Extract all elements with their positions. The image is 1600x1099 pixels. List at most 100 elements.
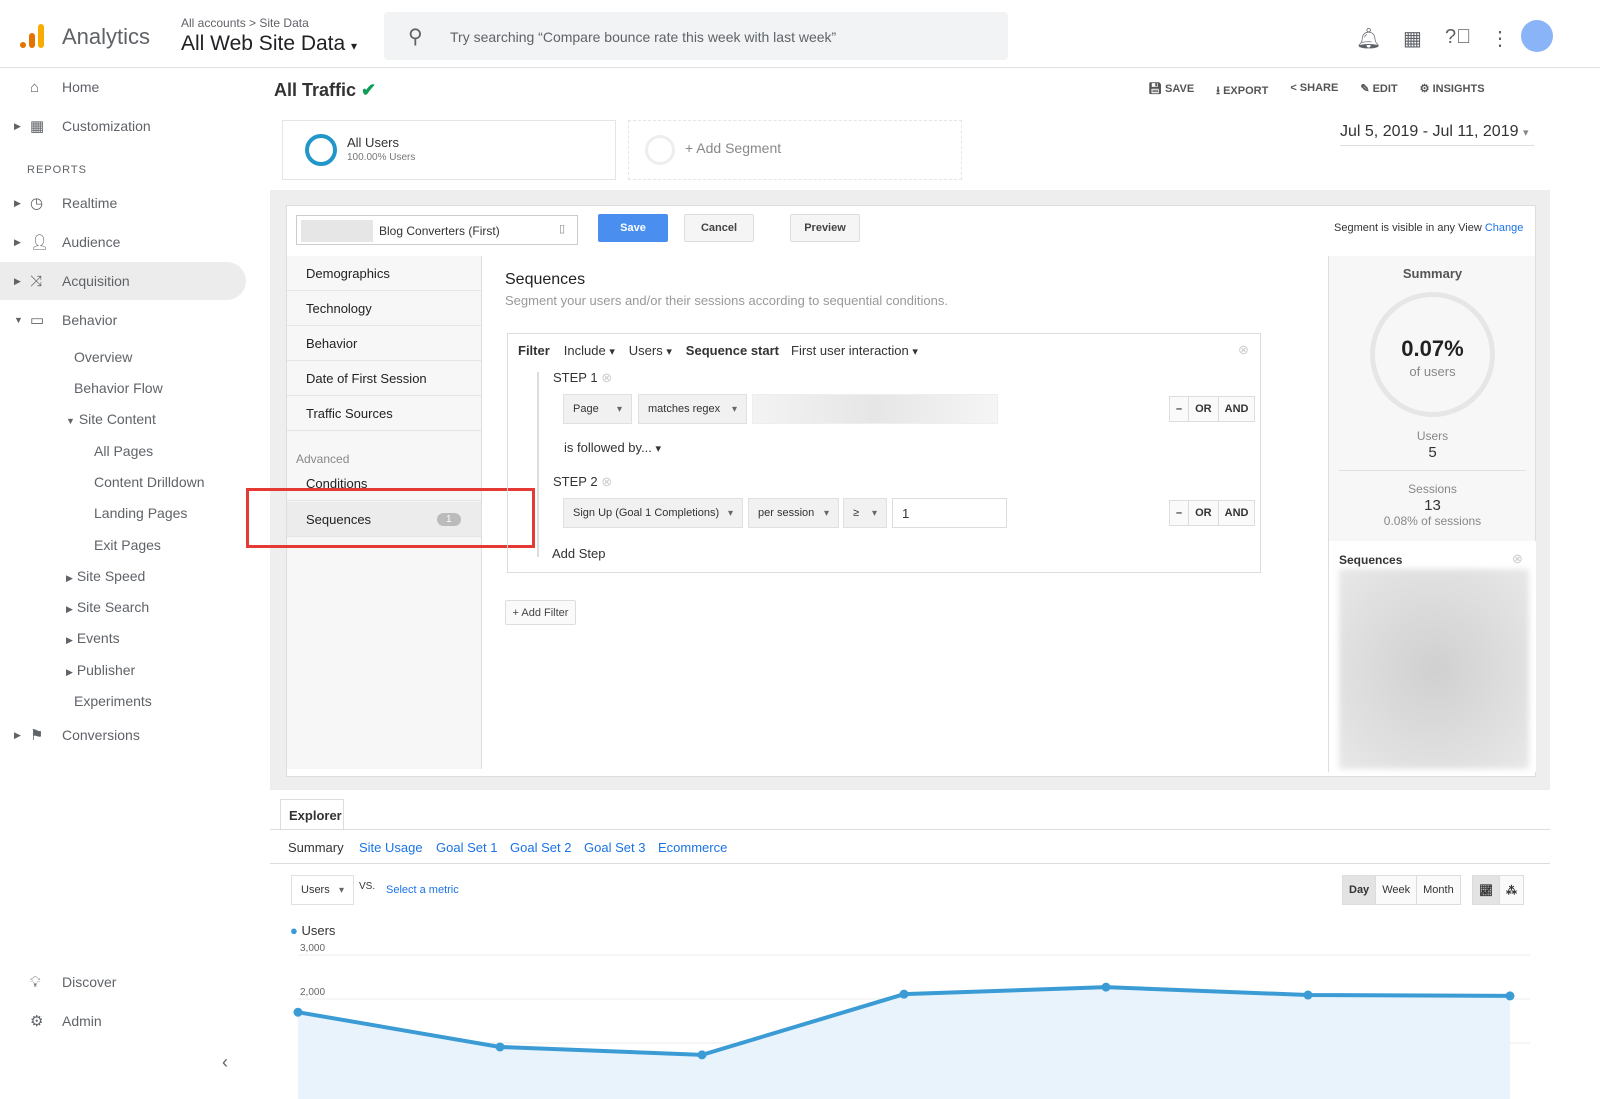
sidebar-item-home[interactable]: ⌂ Home — [0, 68, 246, 106]
step2-operator-dropdown[interactable]: ≥ — [843, 498, 887, 528]
sidebar-item-realtime[interactable]: ▶ ◷ Realtime — [0, 184, 246, 222]
breadcrumb-site[interactable]: Site Data — [259, 16, 308, 30]
include-dropdown[interactable]: Include ▾ — [564, 343, 615, 358]
remove-step-icon[interactable]: ⊗ — [601, 370, 612, 385]
step1-operator-dropdown[interactable]: matches regex — [638, 394, 747, 424]
metric-dropdown[interactable]: Users — [291, 875, 354, 905]
label: Site Content — [78, 411, 156, 427]
sidebar-item-events[interactable]: ▶ Events — [66, 630, 120, 646]
search-placeholder: Try searching “Compare bounce rate this … — [450, 29, 837, 45]
close-icon[interactable]: ⊗ — [1512, 551, 1523, 567]
step2-value-input[interactable]: 1 — [892, 498, 1007, 528]
remove-filter-icon[interactable]: ⊗ — [1238, 342, 1249, 358]
sidebar-item-conversions[interactable]: ▶ ⚑ Conversions — [0, 716, 246, 754]
and-button[interactable]: AND — [1217, 501, 1255, 525]
add-filter-button[interactable]: + Add Filter — [505, 600, 576, 625]
cancel-button[interactable]: Cancel — [684, 214, 754, 242]
analytics-logo — [20, 24, 44, 48]
motion-chart-icon[interactable]: ⁂ — [1498, 876, 1523, 904]
day-button[interactable]: Day — [1343, 876, 1376, 904]
summary-percent: 0.07% — [1401, 336, 1464, 361]
filter-label: Filter — [518, 343, 550, 358]
label: STEP 1 — [553, 370, 598, 385]
help-icon[interactable]: ?⃝ — [1445, 26, 1471, 49]
sidebar-item-behavior-flow[interactable]: Behavior Flow — [74, 380, 163, 396]
followed-by-dropdown[interactable]: is followed by... ▾ — [564, 440, 661, 455]
property-selector[interactable]: All Web Site Data ▾ — [181, 32, 357, 56]
sidebar-item-landing-pages[interactable]: Landing Pages — [94, 505, 187, 521]
sidebar-item-content-drilldown[interactable]: Content Drilldown — [94, 474, 205, 490]
subtab-goal-set-1[interactable]: Goal Set 1 — [436, 840, 497, 855]
select-metric-link[interactable]: Select a metric — [386, 884, 459, 896]
subtab-site-usage[interactable]: Site Usage — [359, 840, 423, 855]
sequence-start-dropdown[interactable]: First user interaction ▾ — [791, 343, 918, 358]
sidebar-item-exit-pages[interactable]: Exit Pages — [94, 537, 161, 553]
step2-metric-dropdown[interactable]: Sign Up (Goal 1 Completions) — [563, 498, 743, 528]
subtab-goal-set-3[interactable]: Goal Set 3 — [584, 840, 645, 855]
week-button[interactable]: Week — [1375, 876, 1417, 904]
or-button[interactable]: OR — [1188, 397, 1218, 421]
sidebar-item-overview[interactable]: Overview — [74, 349, 132, 365]
nav-traffic-sources[interactable]: Traffic Sources — [287, 396, 481, 431]
export-button[interactable]: ⭳ EXPORT — [1216, 82, 1268, 101]
sidebar-item-acquisition[interactable]: ▶ ⤨ Acquisition — [0, 262, 246, 300]
subtab-ecommerce[interactable]: Ecommerce — [658, 840, 727, 855]
segment-all-users[interactable]: All Users 100.00% Users — [282, 120, 616, 180]
remove-condition-button[interactable]: – — [1170, 501, 1189, 525]
label: Site Speed — [76, 568, 146, 584]
month-button[interactable]: Month — [1416, 876, 1460, 904]
step1-value-input[interactable] — [752, 394, 998, 424]
nav-demographics[interactable]: Demographics — [287, 256, 481, 291]
breadcrumb[interactable]: All accounts > Site Data — [181, 16, 309, 30]
tab-explorer[interactable]: Explorer — [280, 799, 344, 830]
change-link[interactable]: Change — [1485, 222, 1524, 234]
sidebar-item-discover[interactable]: 💡︎ Discover — [0, 963, 246, 1001]
add-segment-button[interactable]: + Add Segment — [628, 120, 962, 180]
sidebar-item-site-search[interactable]: ▶ Site Search — [66, 599, 149, 615]
remove-step-icon[interactable]: ⊗ — [601, 474, 612, 489]
subtab-goal-set-2[interactable]: Goal Set 2 — [510, 840, 571, 855]
label: + Add Segment — [685, 140, 782, 156]
segment-name-input[interactable]: Blog Converters (First) ▯ — [296, 215, 578, 245]
sidebar-item-admin[interactable]: ⚙ Admin — [0, 1002, 246, 1040]
line-chart-icon[interactable]: 📈︎ — [1473, 876, 1499, 904]
bell-icon[interactable]: 🔔︎ — [1356, 26, 1381, 51]
subtab-summary[interactable]: Summary — [288, 840, 344, 855]
sessions-label: Sessions — [1408, 482, 1457, 496]
nav-behavior[interactable]: Behavior — [287, 326, 481, 361]
and-button[interactable]: AND — [1217, 397, 1255, 421]
scope-dropdown[interactable]: Users ▾ — [629, 343, 672, 358]
sidebar-item-customization[interactable]: ▶ ▦ Customization — [0, 107, 246, 145]
sidebar-item-experiments[interactable]: Experiments — [74, 693, 152, 709]
sidebar-item-site-content[interactable]: ▼ Site Content — [66, 411, 156, 427]
data-point — [1505, 991, 1515, 1001]
step2-per-dropdown[interactable]: per session — [748, 498, 839, 528]
breadcrumb-accounts[interactable]: All accounts — [181, 16, 246, 30]
sidebar-item-publisher[interactable]: ▶ Publisher — [66, 662, 135, 678]
edit-button[interactable]: ✎ EDIT — [1360, 82, 1397, 101]
preview-button[interactable]: Preview — [790, 214, 860, 242]
remove-condition-button[interactable]: – — [1170, 397, 1189, 421]
save-button[interactable]: Save — [598, 214, 668, 242]
avatar[interactable] — [1521, 20, 1553, 52]
step1-dimension-dropdown[interactable]: Page — [563, 394, 632, 424]
sidebar-item-behavior[interactable]: ▼ ▭ Behavior — [0, 301, 246, 339]
apps-icon[interactable]: ▦ — [1403, 26, 1422, 51]
sidebar-item-audience[interactable]: ▶ 👤︎ Audience — [0, 223, 246, 261]
more-icon[interactable]: ⋮ — [1490, 26, 1510, 51]
label: Events — [76, 630, 120, 646]
nav-technology[interactable]: Technology — [287, 291, 481, 326]
date-range-picker[interactable]: Jul 5, 2019 - Jul 11, 2019 ▾ — [1340, 123, 1534, 146]
save-report-button[interactable]: 💾︎ SAVE — [1148, 82, 1194, 101]
collapse-sidebar-icon[interactable]: ‹ — [222, 1052, 228, 1073]
insights-button[interactable]: ⚙ INSIGHTS — [1420, 82, 1485, 101]
sequences-heading: Sequences — [505, 271, 586, 288]
or-button[interactable]: OR — [1188, 501, 1218, 525]
home-icon: ⌂ — [30, 78, 40, 96]
sidebar-item-site-speed[interactable]: ▶ Site Speed — [66, 568, 145, 584]
add-step-button[interactable]: Add Step — [552, 546, 606, 561]
nav-date-of-first-session[interactable]: Date of First Session — [287, 361, 481, 396]
share-button[interactable]: < SHARE — [1290, 82, 1338, 101]
sidebar-item-all-pages[interactable]: All Pages — [94, 443, 153, 459]
search-input[interactable]: ⚲ Try searching “Compare bounce rate this… — [384, 12, 1008, 60]
